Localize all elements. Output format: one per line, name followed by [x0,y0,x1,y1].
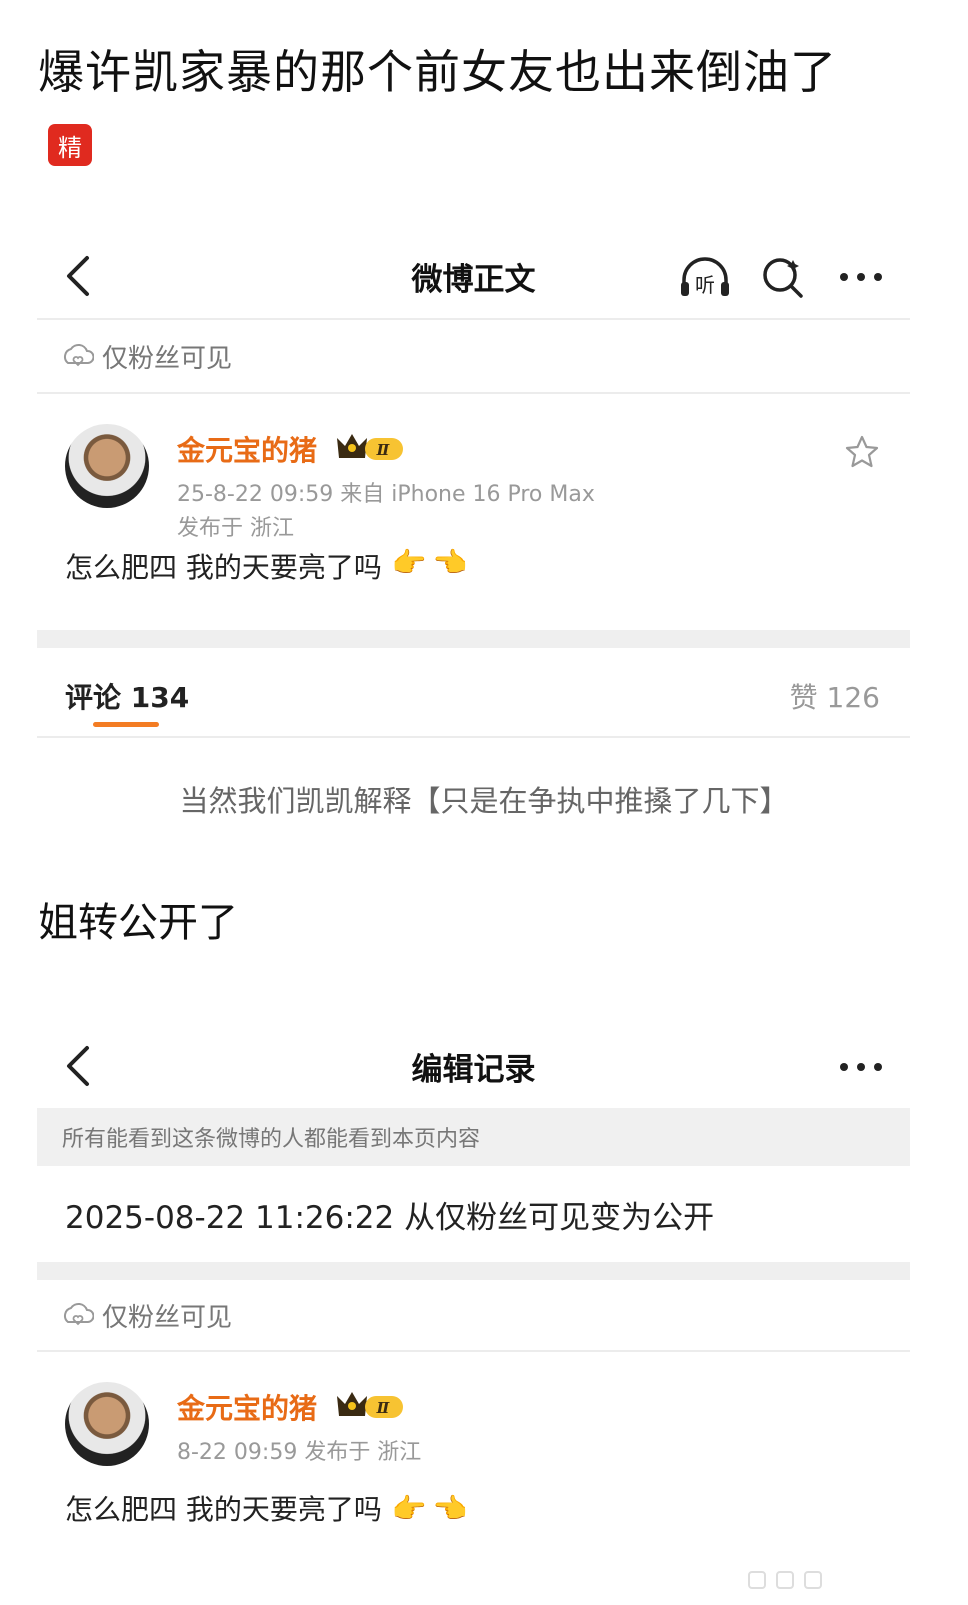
watermark-icon [748,1571,766,1589]
fans-only-lock-icon [64,1303,94,1326]
tab-comments[interactable]: 评论 134 [65,676,189,716]
caption-text: 当然我们凯凯解释【只是在争执中推搡了几下】 [179,784,789,818]
svg-text:Ⅱ: Ⅱ [376,1399,391,1417]
visibility-row: 仅粉丝可见 [37,320,910,392]
vip-crown-badge-icon: Ⅱ [337,1392,403,1418]
point-right-emoji-icon: 👉 [391,1491,427,1525]
post-text: 怎么肥四 我的天要亮了吗 [65,1493,382,1526]
point-left-emoji-icon: 👈 [432,1491,468,1525]
svg-text:听: 听 [695,273,715,297]
tab-likes[interactable]: 赞 126 [790,676,880,716]
screenshot-weibo-post: 微博正文 听 仅粉丝可见 金元宝的猪 Ⅱ 25-8-22 09:59 来自 iP… [37,234,910,738]
user-row: 金元宝的猪 Ⅱ 8-22 09:59 发布于 浙江 [37,1352,910,1478]
pointing-hands-emoji: 👉 👈 [392,546,468,579]
username[interactable]: 金元宝的猪 [177,1387,317,1427]
visibility-label: 仅粉丝可见 [102,1302,233,1333]
comments-tab-row: 评论 134 赞 126 [37,648,910,736]
post-content: 怎么肥四 我的天要亮了吗 👉 👈 [37,544,910,630]
visibility-row: 仅粉丝可见 [37,1280,910,1350]
post-meta: 25-8-22 09:59 来自 iPhone 16 Pro Max [177,482,595,507]
point-left-emoji-icon: 👈 [432,546,468,579]
watermark-icon [776,1571,794,1589]
fans-only-lock-icon [64,344,94,367]
avatar[interactable] [65,1382,149,1466]
listen-icon[interactable]: 听 [678,254,732,300]
post-location: 发布于 浙江 [177,516,294,541]
username[interactable]: 金元宝的猪 [177,429,317,469]
vip-crown-badge-icon: Ⅱ [337,434,403,460]
visibility-label: 仅粉丝可见 [102,343,233,374]
pointing-hands-emoji: 👉 👈 [392,1492,468,1525]
visibility-notice: 所有能看到这条微博的人都能看到本页内容 [37,1108,910,1166]
post-content: 怎么肥四 我的天要亮了吗 👉 👈 [37,1478,910,1538]
divider [37,736,910,738]
post-title: 爆许凯家暴的那个前女友也出来倒油了 [38,45,837,99]
post-meta: 8-22 09:59 发布于 浙江 [177,1440,422,1465]
nav-title: 编辑记录 [411,1051,536,1088]
more-icon[interactable] [834,254,888,300]
active-tab-indicator [93,722,159,727]
user-row: 金元宝的猪 Ⅱ 25-8-22 09:59 来自 iPhone 16 Pro M… [37,394,910,544]
watermark-icon [804,1571,822,1589]
section-gap [37,1262,910,1280]
more-icon[interactable] [834,1044,888,1090]
section-gap [37,630,910,648]
avatar[interactable] [65,424,149,508]
post-mid-text: 姐转公开了 [38,900,238,946]
watermark [748,1567,878,1593]
point-right-emoji-icon: 👉 [391,546,427,579]
post-text: 怎么肥四 我的天要亮了吗 [65,551,382,584]
featured-badge: 精 [48,124,92,166]
favorite-star-icon[interactable] [844,434,880,470]
nav-bar: 微博正文 听 [37,234,910,318]
edit-record-entry: 2025-08-22 11:26:22 从仅粉丝可见变为公开 [65,1199,715,1236]
svg-text:Ⅱ: Ⅱ [376,441,391,459]
screenshot-edit-record: 编辑记录 所有能看到这条微博的人都能看到本页内容 2025-08-22 11:2… [37,1024,910,1538]
nav-bar: 编辑记录 [37,1024,910,1108]
search-icon[interactable] [756,254,810,300]
